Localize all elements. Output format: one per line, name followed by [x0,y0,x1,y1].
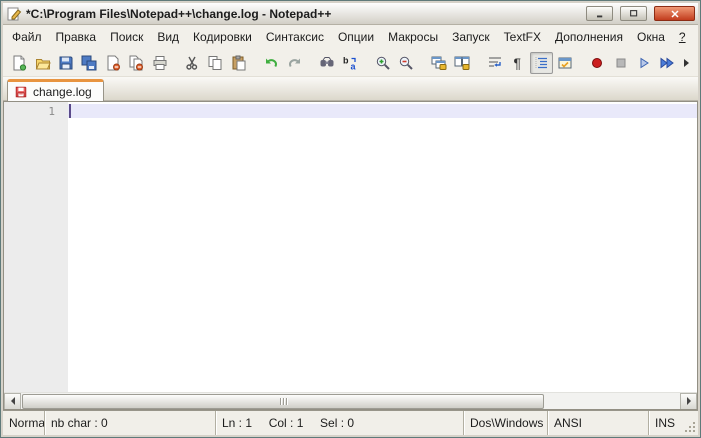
close-document-button[interactable]: X [693,30,701,44]
text-caret [69,104,71,118]
toolbar-separator [577,52,586,74]
horizontal-scrollbar[interactable] [4,392,697,409]
menu-item-help[interactable]: ? [672,27,693,47]
svg-text:¶: ¶ [513,55,521,71]
save-icon[interactable] [55,52,77,74]
undo-icon[interactable] [260,52,282,74]
unsaved-floppy-icon [14,85,28,99]
text-area[interactable] [68,102,697,392]
status-eol-format: Dos\Windows [463,411,547,435]
caret-line-highlight [68,104,697,118]
zoom-out-icon[interactable] [395,52,417,74]
status-typing-mode: INS [648,411,682,435]
replace-icon[interactable]: ba [339,52,361,74]
zoom-in-icon[interactable] [372,52,394,74]
menu-item-search[interactable]: Поиск [103,27,150,47]
window-title: *C:\Program Files\Notepad++\change.log -… [26,6,332,21]
redo-icon[interactable] [283,52,305,74]
line-number-margin: 1 [4,102,68,392]
statusbar: Norma nb char : 0 Ln : 1 Col : 1 Sel : 0… [3,410,698,435]
find-icon[interactable] [316,52,338,74]
line-number: 1 [48,105,55,118]
close-icon[interactable] [654,6,695,21]
tabbar: change.log [3,77,698,101]
svg-text:a: a [351,61,357,71]
menu-item-file[interactable]: Файл [5,27,49,47]
menubar: Файл Правка Поиск Вид Кодировки Синтаксис Опци… [3,25,698,49]
notepad-plus-plus-window: *C:\Program Files\Notepad++\change.log -… [0,0,701,438]
sync-horizontal-icon[interactable] [451,52,473,74]
close-all-files-icon[interactable] [125,52,147,74]
tab-change-log[interactable]: change.log [7,79,104,101]
svg-text:b: b [343,55,349,65]
open-file-icon[interactable] [31,52,53,74]
menu-item-edit[interactable]: Правка [49,27,104,47]
status-cursor-position: Ln : 1 Col : 1 Sel : 0 [215,411,463,435]
show-all-chars-icon[interactable]: ¶ [507,52,529,74]
menu-item-run[interactable]: Запуск [445,27,497,47]
close-file-icon[interactable] [102,52,124,74]
scroll-right-arrow-icon[interactable] [680,392,697,409]
toolbar-separator [419,52,428,74]
menu-item-encoding[interactable]: Кодировки [186,27,259,47]
run-macro-multiple-icon[interactable] [656,52,678,74]
status-doc-length: nb char : 0 [44,411,215,435]
menu-item-plugins[interactable]: Дополнения [548,27,630,47]
titlebar: *C:\Program Files\Notepad++\change.log -… [3,3,698,25]
menu-item-textfx[interactable]: TextFX [497,27,548,47]
toolbar: b a ¶ [3,49,698,77]
user-dialog-icon[interactable] [554,52,576,74]
copy-icon[interactable] [204,52,226,74]
toolbar-separator [307,52,316,74]
resize-grip[interactable] [683,411,698,435]
editor-panel: 1 [3,101,698,410]
toolbar-separator [251,52,260,74]
maximize-icon[interactable] [620,6,647,21]
status-doc-type: Norma [9,416,44,430]
toolbar-separator [172,52,181,74]
paste-icon[interactable] [228,52,250,74]
notepad-plus-plus-icon [6,6,22,22]
sync-vertical-icon[interactable] [428,52,450,74]
indent-guide-icon[interactable] [530,51,553,74]
status-encoding: ANSI [547,411,648,435]
menubar-items: Файл Правка Поиск Вид Кодировки Синтаксис Опци… [5,27,693,47]
word-wrap-icon[interactable] [483,52,505,74]
scroll-left-arrow-icon[interactable] [4,392,21,409]
new-file-icon[interactable] [8,52,30,74]
toolbar-separator [363,52,372,74]
minimize-icon[interactable] [586,6,613,21]
menu-item-view[interactable]: Вид [150,27,186,47]
cut-icon[interactable] [181,52,203,74]
save-all-icon[interactable] [78,52,100,74]
record-macro-icon[interactable] [586,52,608,74]
menu-item-syntax[interactable]: Синтаксис [259,27,331,47]
menu-item-macros[interactable]: Макросы [381,27,445,47]
print-icon[interactable] [148,52,170,74]
stop-record-icon[interactable] [609,52,631,74]
toolbar-separator [474,52,483,74]
scrollbar-thumb[interactable] [22,394,544,409]
menu-item-windows[interactable]: Окна [630,27,672,47]
toolbar-overflow-chevron-icon[interactable] [680,58,694,67]
menu-item-settings[interactable]: Опции [331,27,381,47]
tab-label: change.log [33,84,92,99]
play-macro-icon[interactable] [633,52,655,74]
editor[interactable]: 1 [4,102,697,392]
